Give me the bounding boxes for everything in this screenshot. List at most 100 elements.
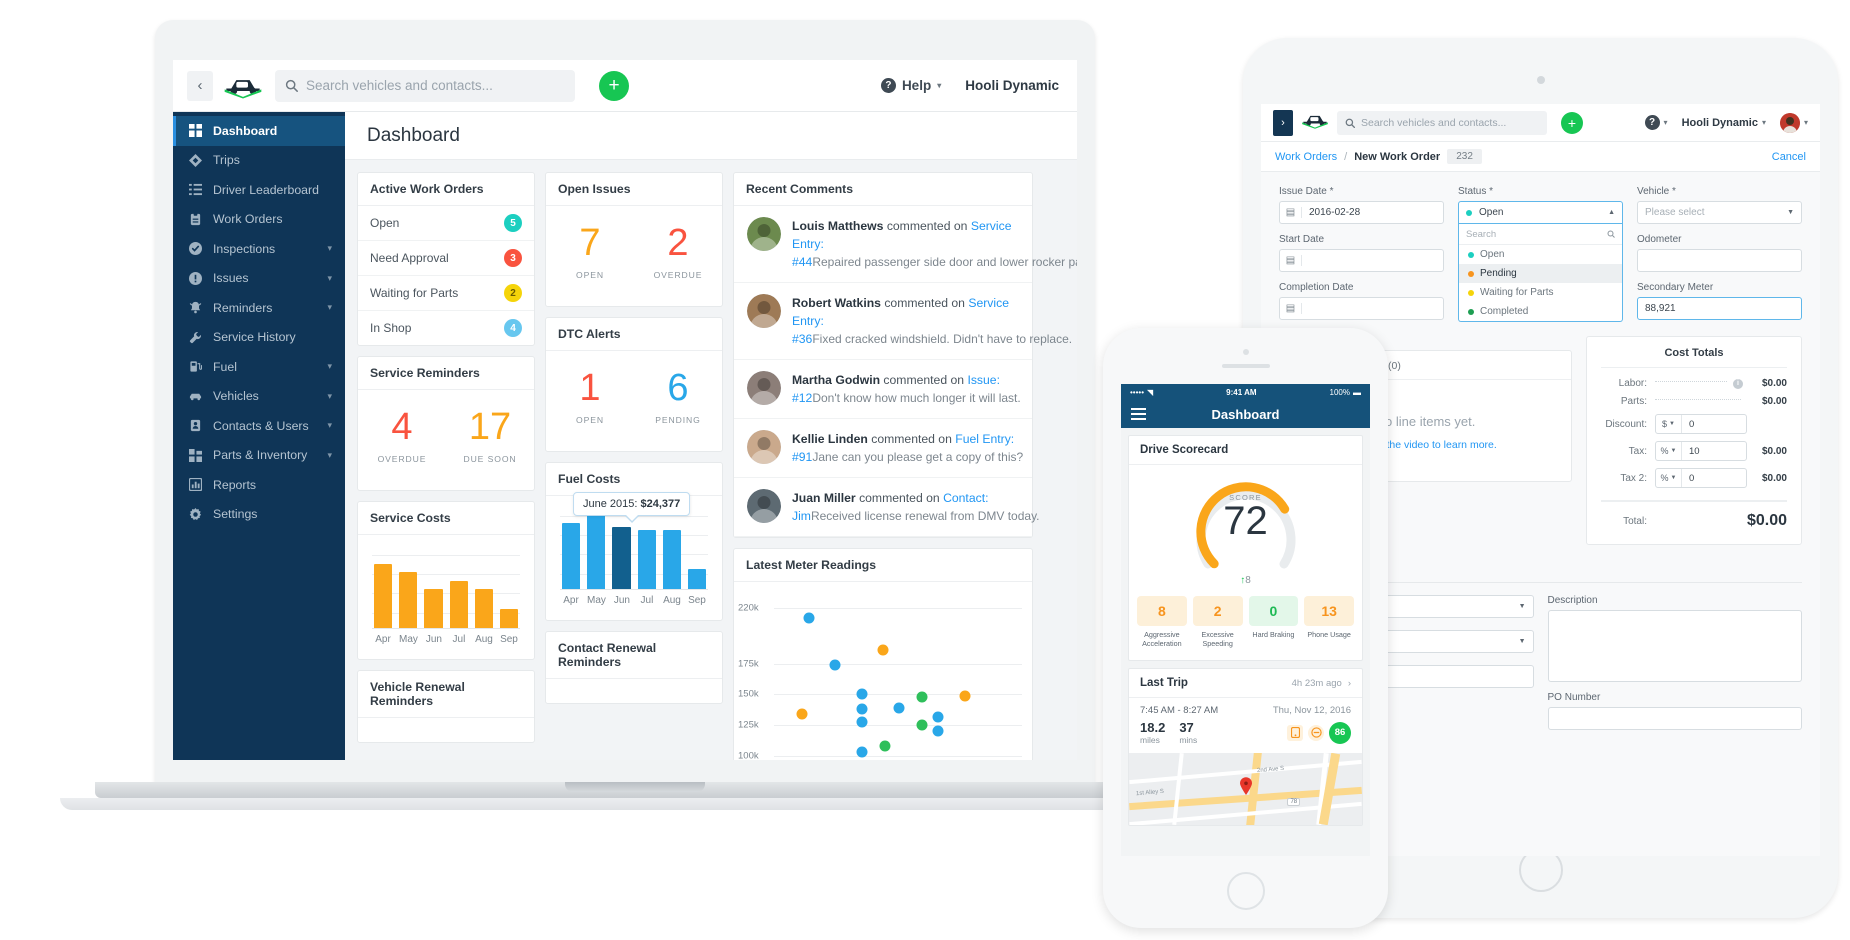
- sidebar-item-settings[interactable]: Settings: [173, 500, 345, 530]
- issue-date-field[interactable]: ▤ 2016-02-28: [1279, 201, 1444, 224]
- work-order-row-open[interactable]: Open 5: [358, 206, 534, 241]
- sidebar-item-trips[interactable]: Trips: [173, 146, 345, 176]
- sidebar-item-vehicles[interactable]: Vehicles ▾: [173, 382, 345, 412]
- chart-bar[interactable]: [449, 581, 468, 628]
- trip-map[interactable]: 1st Alley S 2nd Ave S 78: [1129, 753, 1362, 825]
- sidebar-item-service-history[interactable]: Service History: [173, 323, 345, 353]
- status-option-open[interactable]: Open: [1459, 245, 1622, 264]
- discount-unit-select[interactable]: $ ▼: [1656, 415, 1682, 433]
- work-order-row-waiting-for-parts[interactable]: Waiting for Parts 2: [358, 276, 534, 311]
- help-menu[interactable]: ? Help ▾: [880, 78, 941, 93]
- chevron-right-icon[interactable]: ›: [1348, 678, 1351, 689]
- stat-open[interactable]: 7 OPEN: [546, 224, 634, 280]
- status-option-waiting-for-parts[interactable]: Waiting for Parts: [1459, 283, 1622, 302]
- status-option-pending[interactable]: Pending: [1459, 264, 1622, 283]
- scorecard-metric[interactable]: 0 Hard Braking: [1248, 596, 1299, 648]
- scatter-point[interactable]: [932, 725, 944, 737]
- scatter-point[interactable]: [856, 716, 868, 728]
- completion-date-field[interactable]: ▤: [1279, 297, 1444, 320]
- org-menu[interactable]: Hooli Dynamic ▾: [1682, 117, 1766, 129]
- breadcrumb-work-orders[interactable]: Work Orders: [1275, 151, 1337, 163]
- scatter-point[interactable]: [803, 612, 815, 624]
- add-button[interactable]: +: [599, 70, 629, 101]
- scatter-point[interactable]: [916, 691, 928, 703]
- sidebar-item-dashboard[interactable]: Dashboard: [173, 116, 345, 146]
- sidebar-item-reports[interactable]: Reports: [173, 470, 345, 500]
- chart-bar[interactable]: [562, 523, 581, 589]
- scorecard-metric[interactable]: 8 Aggressive Acceleration: [1137, 596, 1187, 648]
- info-icon[interactable]: i: [1733, 378, 1743, 389]
- vehicle-select[interactable]: Please select ▼: [1637, 201, 1802, 224]
- scatter-point[interactable]: [879, 740, 891, 752]
- chart-bar[interactable]: [374, 564, 393, 628]
- chart-bar[interactable]: [687, 568, 707, 589]
- scorecard-metric[interactable]: 2 Excessive Speeding: [1192, 596, 1243, 648]
- scatter-point[interactable]: [856, 746, 868, 758]
- status-search-input[interactable]: Search: [1459, 224, 1622, 245]
- tax-unit-select[interactable]: % ▼: [1656, 442, 1682, 460]
- fleet-car-logo[interactable]: [223, 73, 263, 99]
- sidebar-item-work-orders[interactable]: Work Orders: [173, 205, 345, 235]
- tax-input[interactable]: % ▼ 10: [1655, 441, 1747, 461]
- fleet-car-logo[interactable]: [1301, 111, 1329, 134]
- chart-bar[interactable]: [637, 529, 656, 589]
- chart-bar[interactable]: [587, 511, 606, 589]
- sidebar-item-reminders[interactable]: Reminders ▾: [173, 293, 345, 323]
- work-order-number-field[interactable]: 232: [1447, 149, 1482, 164]
- scorecard-metric[interactable]: 13 Phone Usage: [1304, 596, 1354, 648]
- secondary-meter-field[interactable]: 88,921: [1637, 297, 1802, 320]
- sidebar-collapse-button[interactable]: ‹: [187, 70, 213, 101]
- scatter-point[interactable]: [856, 688, 868, 700]
- phone-home-button[interactable]: [1226, 872, 1265, 910]
- sidebar-expand-button[interactable]: ›: [1273, 109, 1293, 136]
- comment-item[interactable]: Martha Godwin commented on Issue: #12Don…: [734, 360, 1032, 419]
- work-order-row-need-approval[interactable]: Need Approval 3: [358, 241, 534, 276]
- po-number-field[interactable]: [1547, 707, 1802, 730]
- status-option-completed[interactable]: Completed: [1459, 302, 1622, 321]
- discount-input[interactable]: $ ▼ 0: [1655, 414, 1747, 434]
- search-input[interactable]: Search vehicles and contacts...: [1337, 110, 1547, 135]
- sidebar-item-inspections[interactable]: Inspections ▾: [173, 234, 345, 264]
- org-menu[interactable]: Hooli Dynamic: [965, 78, 1059, 93]
- stat-overdue[interactable]: 4 OVERDUE: [358, 408, 446, 464]
- sidebar-item-parts-inventory[interactable]: Parts & Inventory ▾: [173, 441, 345, 471]
- work-order-row-in-shop[interactable]: In Shop 4: [358, 311, 534, 345]
- stat-pending[interactable]: 6 PENDING: [634, 369, 722, 425]
- comment-item[interactable]: Louis Matthews commented on Service Entr…: [734, 206, 1077, 283]
- card-last-trip[interactable]: Last Trip 4h 23m ago › 7:45 AM - 8:27 AM…: [1128, 668, 1363, 826]
- cancel-button[interactable]: Cancel: [1772, 151, 1806, 163]
- hamburger-menu-icon[interactable]: [1131, 408, 1146, 420]
- help-menu[interactable]: ? ▾: [1644, 115, 1668, 130]
- scatter-point[interactable]: [877, 644, 889, 656]
- scatter-point[interactable]: [829, 659, 841, 671]
- scatter-point[interactable]: [856, 703, 868, 715]
- sidebar-item-driver-leaderboard[interactable]: Driver Leaderboard: [173, 175, 345, 205]
- stat-open[interactable]: 1 OPEN: [546, 369, 634, 425]
- stat-overdue[interactable]: 2 OVERDUE: [634, 224, 722, 280]
- stat-due-soon[interactable]: 17 DUE SOON: [446, 408, 534, 464]
- chart-bar[interactable]: [662, 529, 681, 589]
- chart-bar[interactable]: [424, 589, 443, 628]
- description-textarea[interactable]: [1547, 610, 1802, 682]
- scatter-point[interactable]: [959, 690, 971, 702]
- search-input[interactable]: Search vehicles and contacts...: [275, 69, 575, 102]
- tax2-input[interactable]: % ▼ 0: [1655, 468, 1747, 488]
- chart-bar[interactable]: [499, 608, 519, 628]
- sidebar-item-contacts-users[interactable]: Contacts & Users ▾: [173, 411, 345, 441]
- status-select[interactable]: Open ▲: [1458, 201, 1623, 224]
- scatter-point[interactable]: [796, 708, 807, 720]
- comment-item[interactable]: Juan Miller commented on Contact: JimRec…: [734, 478, 1040, 537]
- odometer-field[interactable]: [1637, 249, 1802, 272]
- chart-bar[interactable]: [474, 589, 493, 628]
- tax2-unit-select[interactable]: % ▼: [1656, 469, 1682, 487]
- scatter-point[interactable]: [916, 719, 928, 731]
- add-button[interactable]: +: [1561, 111, 1583, 134]
- sidebar-item-issues[interactable]: Issues ▾: [173, 264, 345, 294]
- comment-item[interactable]: Kellie Linden commented on Fuel Entry: #…: [734, 419, 1032, 478]
- start-date-field[interactable]: ▤: [1279, 249, 1444, 272]
- scatter-point[interactable]: [932, 711, 944, 723]
- sidebar-item-fuel[interactable]: Fuel ▾: [173, 352, 345, 382]
- chart-bar[interactable]: [612, 526, 631, 589]
- comment-item[interactable]: Robert Watkins commented on Service Entr…: [734, 283, 1072, 360]
- user-menu[interactable]: ▾: [1779, 112, 1808, 133]
